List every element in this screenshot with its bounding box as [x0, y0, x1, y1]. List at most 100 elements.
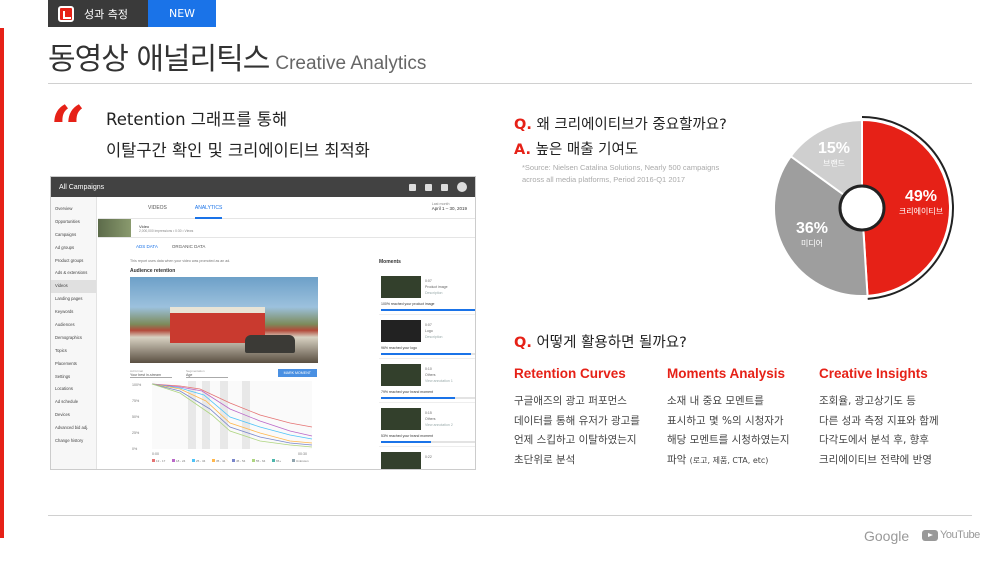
- video-thumbnail: [98, 219, 131, 237]
- pie-label-media: 36% 미디어: [795, 220, 829, 248]
- moment-item[interactable]: 0:07 Product image Description 100% reached…: [379, 271, 475, 315]
- source-note: *Source: Nielsen Catalina Solutions, Nea…: [522, 163, 720, 184]
- legend-label: 65+: [276, 459, 281, 463]
- y-tick: 100%: [132, 383, 142, 387]
- section-label: 성과 측정: [84, 7, 128, 21]
- subtab-organic-data[interactable]: ORGANIC DATA: [172, 244, 206, 249]
- pie-center-hole: [838, 184, 886, 232]
- moment-thumbnail: [381, 276, 421, 298]
- sidebar-item[interactable]: Placements: [51, 358, 96, 371]
- moment-item[interactable]: 0:07 Logo Description 96% reached your logo: [379, 315, 475, 359]
- moment-desc: Description: [425, 291, 443, 295]
- legend-swatch: [172, 459, 175, 462]
- headline-line-2: 이탈구간 확인 및 크리에이티브 최적화: [106, 141, 370, 160]
- sidebar-item[interactable]: Overview: [51, 203, 96, 216]
- y-tick: 0%: [132, 447, 138, 451]
- moment-item[interactable]: 0:22: [379, 447, 475, 469]
- legend-swatch: [192, 459, 195, 462]
- moment-thumbnail: [381, 408, 421, 430]
- sidebar-item[interactable]: Product groups: [51, 255, 96, 268]
- analytics-logo-icon: [58, 5, 74, 22]
- bell-icon[interactable]: [425, 183, 432, 191]
- a1-text: 높은 매출 기여도: [535, 142, 639, 158]
- sidebar-item[interactable]: Devices: [51, 409, 96, 422]
- column-body: 소재 내 중요 모멘트를 표시하고 몇 %의 시청자가 해당 모멘트를 시청하였…: [667, 395, 790, 466]
- title-korean: 동영상 애널리틱스: [48, 42, 270, 77]
- legend-label: 35 - 44: [216, 459, 226, 463]
- moment-desc: Description: [425, 335, 443, 339]
- sidebar-item[interactable]: Audiences: [51, 319, 96, 332]
- moment-reach: 53% reached your brand moment: [381, 434, 433, 438]
- legend-label: 13 - 17: [156, 459, 166, 463]
- sidebar-item[interactable]: Ad schedule: [51, 396, 96, 409]
- mock-app-title: All Campaigns: [59, 183, 105, 191]
- sidebar-item[interactable]: Advanced bid adj.: [51, 422, 96, 435]
- pie-label-brand: 15% 브랜드: [817, 140, 851, 168]
- tab-videos[interactable]: VIDEOS: [148, 197, 167, 219]
- answer-1: A. 높은 매출 기여도: [514, 138, 638, 159]
- video-selector[interactable]: Video 2,000,000 impressions • 0:30 • Vie…: [98, 219, 475, 238]
- left-accent-bar: [0, 28, 4, 538]
- sidebar-item[interactable]: Videos: [51, 280, 96, 294]
- question-2: Q. 어떻게 활용하면 될까요?: [514, 331, 687, 352]
- ad-format-select[interactable]: Ad format Your best in-stream: [130, 369, 172, 378]
- moment-reach: 79% reached your brand moment: [381, 390, 433, 394]
- new-badge: NEW: [148, 0, 216, 27]
- video-meta: 2,000,000 impressions • 0:30 • Views: [139, 228, 194, 233]
- legend-swatch: [232, 459, 235, 462]
- sidebar-item[interactable]: Ads & extensions: [51, 267, 96, 280]
- date-range-picker[interactable]: Last month April 1 – 30, 2019: [432, 202, 467, 211]
- legend-swatch: [152, 459, 155, 462]
- sidebar-item[interactable]: Landing pages: [51, 293, 96, 306]
- legend-label: 45 - 54: [236, 459, 246, 463]
- sidebar-item[interactable]: Keywords: [51, 306, 96, 319]
- mark-moment-button[interactable]: MARK MOMENT: [277, 369, 317, 377]
- retention-chart: 100% 75% 50% 25% 0% 0:00 00:30 13 - 171: [132, 381, 313, 463]
- mock-app-bar: All Campaigns: [51, 177, 475, 197]
- sidebar-item[interactable]: Settings: [51, 371, 96, 384]
- analytics-screenshot: All Campaigns Overview Opportunities Campa…: [50, 176, 476, 470]
- pie-label-creative: 49% 크리에이티브: [898, 188, 944, 216]
- sidebar-item[interactable]: Change history: [51, 435, 96, 448]
- q1-label: Q.: [514, 117, 532, 133]
- sidebar-item[interactable]: Campaigns: [51, 229, 96, 242]
- legend-label: 18 - 24: [176, 459, 186, 463]
- column-body: 구글애즈의 광고 퍼포먼스 데이터를 통해 유저가 광고를 언제 스킵하고 이탈…: [514, 395, 640, 466]
- column-creative-insights: Creative Insights 조회율, 광고상기도 등 다른 성과 측정 …: [819, 366, 969, 470]
- moment-item[interactable]: 0:10 Others View annotation 1 79% reached y…: [379, 359, 475, 403]
- sidebar-item[interactable]: Locations: [51, 383, 96, 396]
- moment-desc: View annotation 1: [425, 379, 453, 383]
- column-title: Creative Insights: [819, 366, 928, 381]
- moment-item[interactable]: 0:15 Others View annotation 2 53% reached y…: [379, 403, 475, 447]
- column-moments-analysis: Moments Analysis 소재 내 중요 모멘트를 표시하고 몇 %의 …: [667, 366, 817, 470]
- legend-label: 55 - 64: [256, 459, 266, 463]
- tools-icon[interactable]: [409, 183, 416, 191]
- column-title: Moments Analysis: [667, 366, 786, 381]
- video-preview-image[interactable]: [130, 277, 318, 363]
- sidebar-item[interactable]: Opportunities: [51, 216, 96, 229]
- x-tick: 00:30: [298, 452, 307, 456]
- moment-reach: 96% reached your logo: [381, 346, 417, 350]
- sidebar-item[interactable]: Topics: [51, 345, 96, 358]
- legend-swatch: [252, 459, 255, 462]
- moment-time: 0:22: [425, 455, 432, 459]
- tab-analytics[interactable]: ANALYTICS: [194, 197, 223, 219]
- account-avatar-icon[interactable]: [457, 182, 467, 192]
- sidebar-item[interactable]: Ad groups: [51, 242, 96, 255]
- moment-reach: 100% reached your product image: [381, 302, 435, 306]
- sidebar-item[interactable]: Demographics: [51, 332, 96, 345]
- column-title: Retention Curves: [514, 366, 626, 381]
- youtube-logo: YouTube: [922, 529, 980, 541]
- legend-swatch: [212, 459, 215, 462]
- subtab-ads-data[interactable]: ADS DATA: [136, 244, 158, 249]
- page-title: 동영상 애널리틱스 Creative Analytics: [48, 34, 426, 78]
- y-tick: 25%: [132, 431, 140, 435]
- more-vert-icon[interactable]: [441, 183, 448, 191]
- moment-desc: View annotation 2: [425, 423, 453, 427]
- q2-text: 어떻게 활용하면 될까요?: [536, 335, 687, 351]
- segmentation-select[interactable]: Segmentation Age: [186, 369, 228, 378]
- quote-icon: “: [50, 92, 86, 165]
- moments-title: Moments: [379, 259, 401, 265]
- moment-thumbnail: [381, 320, 421, 342]
- divider-bottom: [48, 515, 972, 516]
